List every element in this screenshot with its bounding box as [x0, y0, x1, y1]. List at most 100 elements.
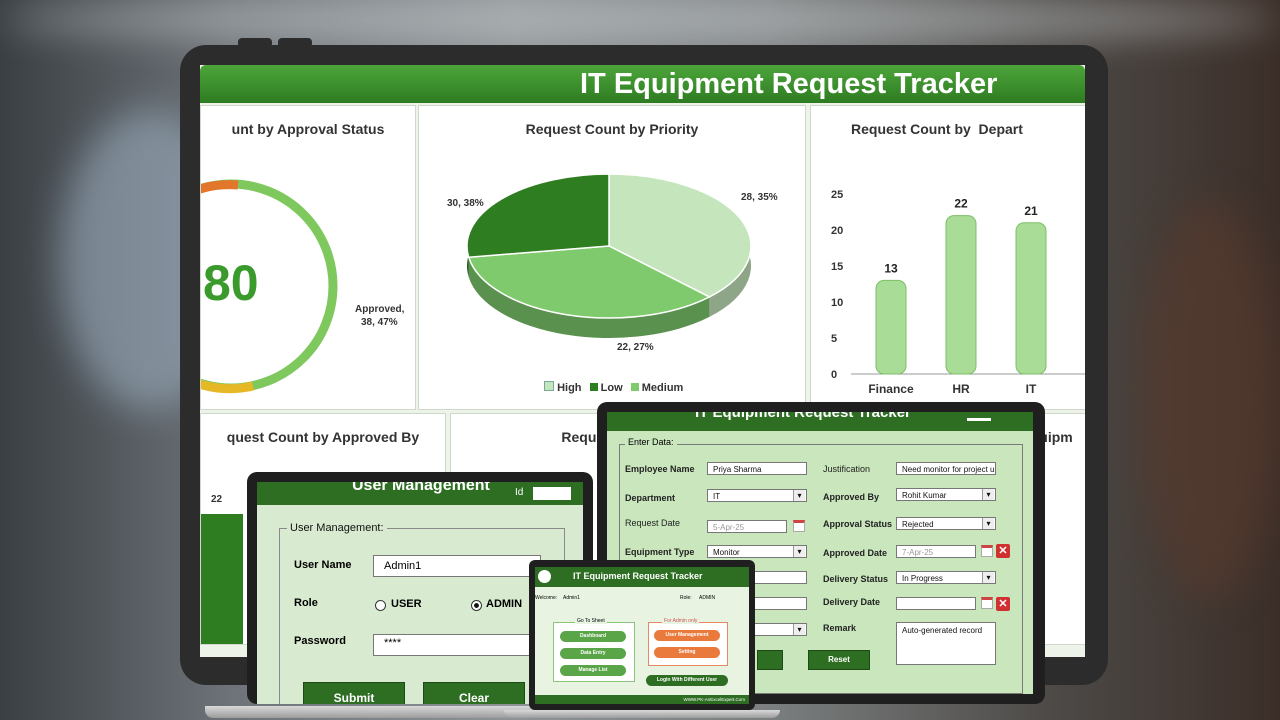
welcome-value: Admin1	[563, 595, 580, 601]
calendar-icon[interactable]	[793, 520, 805, 532]
de-group-label: Enter Data:	[625, 437, 677, 447]
panel-title: quest Count by Approved By	[226, 429, 420, 445]
approval-status-select[interactable]: Rejected	[896, 517, 996, 530]
legend-high: High	[557, 382, 582, 394]
bar-it	[1015, 222, 1047, 375]
equip-label: Equipment Type	[625, 547, 695, 557]
legend-medium: Medium	[641, 382, 684, 394]
remark-textarea[interactable]: Auto-generated record	[896, 622, 996, 665]
delstatus-label: Delivery Status	[823, 574, 889, 584]
approved-value: 38, 47%	[361, 317, 398, 328]
de-minimize[interactable]	[967, 418, 991, 421]
login-different-user-button[interactable]: Login With Different User	[646, 675, 728, 686]
bar-value-label: 21	[1024, 204, 1038, 218]
dashboard-title: IT Equipment Request Tracker	[580, 68, 998, 100]
menu-screen: IT Equipment Request Tracker Welcome: Ad…	[535, 567, 749, 704]
priority-panel: Request Count by Priority 30, 38% 28, 35…	[418, 105, 806, 410]
department-select[interactable]: IT	[707, 489, 807, 502]
approved-by-bar	[201, 514, 243, 644]
x-tick-label: Finance	[868, 382, 914, 396]
approval-status-panel: unt by Approval Status 80 Approved, 38, …	[200, 105, 416, 410]
clear-date-icon[interactable]: ✕	[996, 597, 1010, 611]
menu-footer: WWW.PK-AnExcelExpert.Com	[535, 695, 749, 704]
dept-label: Department	[625, 493, 676, 503]
employee-name-input[interactable]: Priya Sharma	[707, 462, 807, 475]
pie-label-high: 30, 38%	[447, 198, 484, 209]
um-group-label: User Management:	[287, 522, 387, 534]
role-label: Role:	[680, 595, 692, 601]
bar-value-label: 13	[884, 261, 898, 275]
pie-slice-low	[466, 173, 610, 259]
calendar-icon[interactable]	[981, 545, 993, 557]
de-title: IT Equipment Request Tracker	[695, 412, 911, 421]
priority-pie	[466, 173, 752, 338]
justification-input[interactable]: Need monitor for project us	[896, 462, 996, 475]
um-role-user-radio[interactable]	[375, 600, 386, 611]
approval-total: 80	[203, 255, 259, 311]
delivery-status-select[interactable]: In Progress	[896, 571, 996, 584]
clear-date-icon[interactable]: ✕	[996, 544, 1010, 558]
y-tick-label: 0	[831, 369, 837, 381]
um-role-admin-label: ADMIN	[486, 598, 523, 610]
department-bar-chart: 051015202513Finance22HR21ITMark	[831, 189, 1085, 396]
manage-list-button[interactable]: Manage List	[560, 665, 626, 676]
um-password-input[interactable]: ****	[373, 634, 541, 656]
um-clear-button[interactable]: Clear	[423, 682, 525, 704]
reset-button[interactable]: Reset	[808, 650, 870, 670]
um-user-label: User Name	[294, 559, 352, 571]
background-blur	[1140, 200, 1280, 600]
just-label: Justification	[823, 464, 871, 474]
goto-title: Go To Sheet	[575, 618, 607, 624]
um-title: User Management	[352, 482, 490, 494]
um-role-admin-radio[interactable]	[471, 600, 482, 611]
y-tick-label: 10	[831, 297, 843, 309]
de-header: IT Equipment Request Tracker	[607, 412, 1033, 431]
data-entry-button[interactable]: Data Entry	[560, 648, 626, 659]
emp-label: Employee Name	[625, 464, 695, 474]
dashboard-button[interactable]: Dashboard	[560, 631, 626, 642]
bar-value-label: 22	[954, 197, 968, 211]
reqdate-label: Request Date	[625, 518, 681, 528]
appstatus-label: Approval Status	[823, 519, 893, 529]
admin-group	[648, 622, 728, 666]
approved-label: Approved,	[355, 304, 405, 315]
submit-button-partial[interactable]	[757, 650, 783, 670]
equipment-type-select[interactable]: Monitor	[707, 545, 807, 558]
dashboard-header: IT Equipment Request Tracker	[200, 65, 1085, 103]
pie-label-medium: 28, 35%	[741, 192, 778, 203]
appby-label: Approved By	[823, 492, 880, 502]
deldate-label: Delivery Date	[823, 597, 881, 607]
y-tick-label: 20	[831, 225, 843, 237]
menu-header: IT Equipment Request Tracker	[535, 567, 749, 587]
approved-date-input[interactable]: 7-Apr-25	[896, 545, 976, 558]
bar-label: 22	[211, 494, 223, 505]
legend-low: Low	[600, 382, 623, 394]
welcome-label: Welcome:	[535, 595, 558, 601]
admin-title: For Admin only	[662, 618, 700, 624]
menu-laptop: IT Equipment Request Tracker Welcome: Ad…	[529, 560, 755, 710]
bar-hr	[945, 215, 977, 375]
setting-button[interactable]: Setting	[654, 647, 720, 658]
y-tick-label: 5	[831, 333, 837, 345]
um-header: User Management Id	[257, 482, 583, 505]
um-username-input[interactable]: Admin1	[373, 555, 541, 577]
role-value: ADMIN	[699, 595, 716, 601]
um-password-label: Password	[294, 635, 346, 647]
logo-icon	[538, 570, 551, 583]
approved-by-select[interactable]: Rohit Kumar	[896, 488, 996, 501]
background-blur	[0, 0, 1280, 40]
um-role-label: Role	[294, 597, 318, 609]
remark-label: Remark	[823, 623, 857, 633]
pie-label-low: 22, 27%	[617, 342, 654, 353]
appdate-label: Approved Date	[823, 548, 888, 558]
request-date-input[interactable]: 5-Apr-25	[707, 520, 787, 533]
user-management-button[interactable]: User Management	[654, 630, 720, 641]
um-id-label: Id	[515, 487, 524, 498]
y-tick-label: 15	[831, 261, 843, 273]
y-tick-label: 25	[831, 189, 843, 201]
calendar-icon[interactable]	[981, 597, 993, 609]
department-panel: Request Count by Depart 0 5 10 15 20 25 13 Fina…	[810, 105, 1085, 410]
delivery-date-input[interactable]	[896, 597, 976, 610]
um-submit-button[interactable]: Submit	[303, 682, 405, 704]
um-id-field[interactable]	[533, 487, 571, 500]
